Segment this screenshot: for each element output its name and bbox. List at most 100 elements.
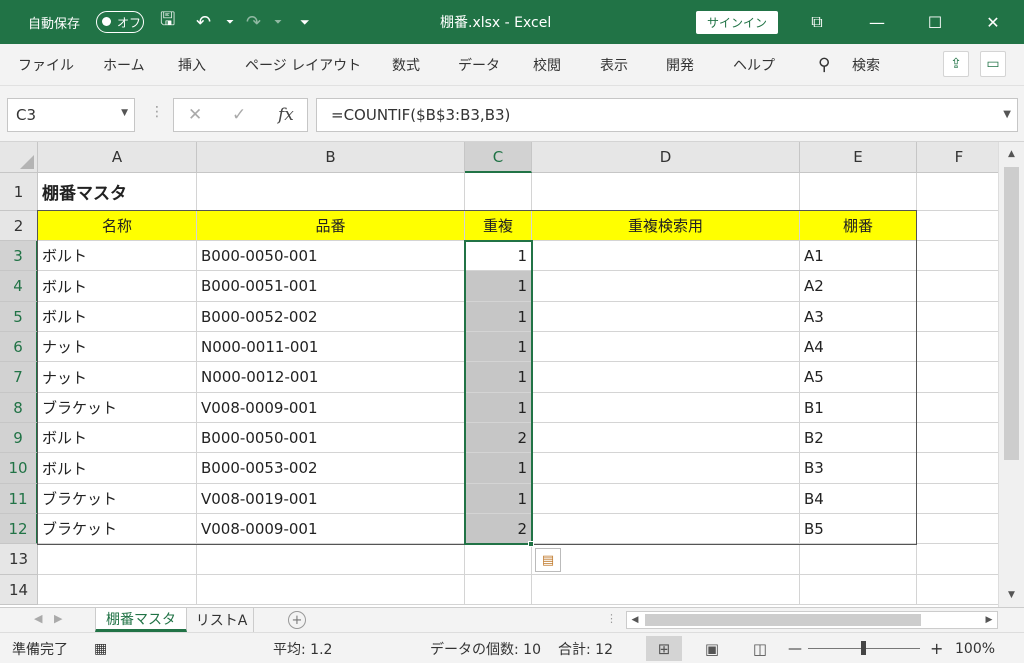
table-cell[interactable]: V008-0009-001 [197,393,465,423]
enter-icon[interactable]: ✓ [232,105,246,125]
column-header-b[interactable]: B [197,142,465,173]
tab-home[interactable]: ホーム [103,44,145,86]
insert-function-icon[interactable]: fx [278,105,294,125]
cell[interactable] [800,575,917,605]
row-header-2[interactable]: 2 [0,211,38,241]
table-cell[interactable]: ナット [38,362,197,393]
cell[interactable] [197,575,465,605]
row-header-14[interactable]: 14 [0,575,38,605]
table-cell[interactable]: B000-0050-001 [197,423,465,453]
table-cell[interactable]: A4 [800,332,917,362]
header-cell-shelf-number[interactable]: 棚番 [800,211,917,241]
cell[interactable] [917,393,998,423]
search-label[interactable]: 検索 [852,44,880,86]
cell[interactable] [465,544,532,575]
row-header-12[interactable]: 12 [0,514,38,544]
minimize-icon[interactable]: — [862,0,892,44]
table-cell-selected[interactable]: 2 [465,514,532,544]
row-header-6[interactable]: 6 [0,332,38,362]
table-cell[interactable]: B000-0052-002 [197,302,465,332]
table-cell[interactable]: B4 [800,484,917,514]
scroll-left-icon[interactable]: ◀ [627,612,643,628]
chevron-down-icon[interactable]: ▼ [121,108,128,118]
formula-input[interactable]: =COUNTIF($B$3:B3,B3) ▼ [316,98,1018,132]
cell[interactable] [465,173,532,211]
table-cell-selected[interactable]: 1 [465,393,532,423]
table-cell[interactable]: A3 [800,302,917,332]
redo-icon[interactable]: ↷ [246,0,261,44]
ribbon-display-icon[interactable]: ⧉ [802,0,832,44]
cell[interactable] [917,423,998,453]
header-cell-duplicate[interactable]: 重複 [465,211,532,241]
tab-help[interactable]: ヘルプ [733,44,775,86]
search-icon[interactable]: ⚲ [818,44,830,86]
table-cell[interactable]: ボルト [38,271,197,302]
cell[interactable] [917,173,998,211]
row-header-11[interactable]: 11 [0,484,38,514]
vertical-scrollbar[interactable]: ▲ ▼ [998,142,1024,607]
row-header-7[interactable]: 7 [0,362,38,393]
table-cell[interactable]: B1 [800,393,917,423]
table-cell[interactable] [532,332,800,362]
cell[interactable] [917,484,998,514]
status-average[interactable]: 平均: 1.2 [273,633,332,664]
tab-formulas[interactable]: 数式 [392,44,420,86]
page-break-preview-icon[interactable]: ◫ [742,636,778,661]
table-cell[interactable]: ナット [38,332,197,362]
horizontal-scrollbar[interactable]: ◀ ▶ [626,611,998,629]
header-cell-part-number[interactable]: 品番 [197,211,465,241]
table-cell[interactable]: N000-0012-001 [197,362,465,393]
row-header-13[interactable]: 13 [0,544,38,575]
comment-icon[interactable]: ▭ [980,51,1006,77]
tab-review[interactable]: 校閲 [533,44,561,86]
page-layout-view-icon[interactable]: ▣ [694,636,730,661]
scrollbar-thumb[interactable] [1004,167,1019,460]
tab-view[interactable]: 表示 [600,44,628,86]
cell[interactable] [917,241,998,271]
cell[interactable] [532,173,800,211]
tab-insert[interactable]: 挿入 [178,44,206,86]
table-cell[interactable] [532,362,800,393]
customize-qat-icon[interactable]: ⏷ [300,0,310,44]
zoom-level[interactable]: 100% [955,633,995,664]
table-cell[interactable]: ブラケット [38,514,197,544]
table-cell[interactable]: ボルト [38,241,197,271]
tab-splitter-icon[interactable]: ⋮ [606,612,617,625]
row-header-10[interactable]: 10 [0,453,38,484]
table-cell[interactable] [532,514,800,544]
table-cell[interactable] [532,241,800,271]
normal-view-icon[interactable]: ⊞ [646,636,682,661]
undo-dropdown-icon[interactable]: ⏷ [226,0,234,44]
table-cell[interactable]: ブラケット [38,484,197,514]
cell[interactable] [917,544,998,575]
table-cell-selected[interactable]: 1 [465,484,532,514]
cell[interactable] [917,302,998,332]
sheet-tab-list-a[interactable]: リストA [190,608,254,632]
redo-dropdown-icon[interactable]: ⏷ [274,0,282,44]
cell[interactable] [917,453,998,484]
cell[interactable] [532,544,800,575]
column-header-c[interactable]: C [465,142,532,173]
add-sheet-icon[interactable]: + [288,611,306,629]
cell[interactable] [917,514,998,544]
table-cell[interactable]: B3 [800,453,917,484]
table-cell-selected[interactable]: 1 [465,302,532,332]
tab-page-layout[interactable]: ページ レイアウト [245,44,361,86]
cell[interactable] [917,211,998,241]
table-cell-selected[interactable]: 1 [465,271,532,302]
table-cell[interactable]: B2 [800,423,917,453]
table-cell[interactable]: V008-0009-001 [197,514,465,544]
cell[interactable] [917,271,998,302]
table-cell[interactable]: A1 [800,241,917,271]
cell-a1-title[interactable]: 棚番マスタ [38,173,197,211]
cell[interactable] [465,575,532,605]
scroll-up-icon[interactable]: ▲ [999,144,1024,164]
table-cell[interactable]: B000-0053-002 [197,453,465,484]
table-cell[interactable] [532,271,800,302]
table-cell-selected[interactable]: 2 [465,423,532,453]
sheet-tab-shelf-master[interactable]: 棚番マスタ [95,608,187,632]
zoom-out-icon[interactable]: — [788,633,802,664]
quick-analysis-icon[interactable]: ▤ [535,548,561,572]
table-cell[interactable]: ボルト [38,302,197,332]
table-cell-selected[interactable]: 1 [465,453,532,484]
